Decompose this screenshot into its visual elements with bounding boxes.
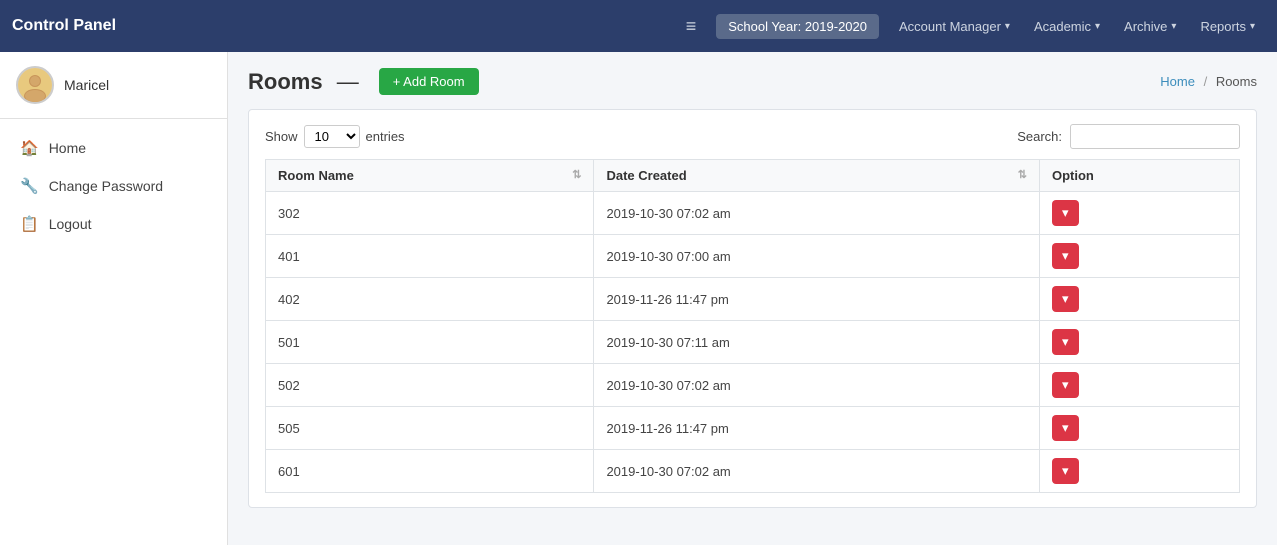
sidebar-username: Maricel (64, 77, 109, 93)
breadcrumb: Home / Rooms (1160, 74, 1257, 89)
sidebar-icon-logout: 📋 (20, 215, 39, 233)
cell-option: ▾ (1040, 407, 1240, 450)
table-card: Show 102550100 entries Search: Room Name… (248, 109, 1257, 508)
table-row: 4012019-10-30 07:00 am ▾ (266, 235, 1240, 278)
sidebar-nav: 🏠 Home 🔧 Change Password 📋 Logout (0, 119, 227, 253)
table-row: 6012019-10-30 07:02 am ▾ (266, 450, 1240, 493)
col-header-option: Option (1040, 160, 1240, 192)
cell-room-name: 401 (266, 235, 594, 278)
show-label: Show (265, 129, 298, 144)
cell-date-created: 2019-10-30 07:11 am (594, 321, 1040, 364)
option-dropdown-button[interactable]: ▾ (1052, 372, 1079, 398)
navbar-menu-item-academic[interactable]: Academic▾ (1024, 13, 1110, 40)
navbar: Control Panel ≡ School Year: 2019-2020 A… (0, 0, 1277, 52)
sort-icon-date_created: ⇅ (1018, 168, 1027, 181)
sidebar-item-label: Change Password (49, 178, 163, 194)
page-title: Rooms — (248, 69, 367, 95)
navbar-menu: Account Manager▾Academic▾Archive▾Reports… (889, 13, 1265, 40)
cell-room-name: 501 (266, 321, 594, 364)
navbar-menu-item-account-manager[interactable]: Account Manager▾ (889, 13, 1020, 40)
search-box: Search: (1017, 124, 1240, 149)
sidebar-item-change-password[interactable]: 🔧 Change Password (0, 167, 227, 205)
avatar (16, 66, 54, 104)
cell-room-name: 505 (266, 407, 594, 450)
sidebar-item-label: Logout (49, 216, 92, 232)
breadcrumb-home-link[interactable]: Home (1160, 74, 1195, 89)
table-head: Room Name⇅Date Created⇅Option (266, 160, 1240, 192)
cell-date-created: 2019-10-30 07:02 am (594, 192, 1040, 235)
option-dropdown-button[interactable]: ▾ (1052, 329, 1079, 355)
cell-option: ▾ (1040, 192, 1240, 235)
sidebar-item-logout[interactable]: 📋 Logout (0, 205, 227, 243)
table-row: 3022019-10-30 07:02 am ▾ (266, 192, 1240, 235)
sidebar-item-label: Home (49, 140, 86, 156)
search-label: Search: (1017, 129, 1062, 144)
sidebar-icon-change-password: 🔧 (20, 177, 39, 195)
col-header-room_name[interactable]: Room Name⇅ (266, 160, 594, 192)
app-title: Control Panel (12, 17, 116, 35)
data-table: Room Name⇅Date Created⇅Option 3022019-10… (265, 159, 1240, 493)
cell-option: ▾ (1040, 364, 1240, 407)
cell-option: ▾ (1040, 450, 1240, 493)
entries-select[interactable]: 102550100 (304, 125, 360, 148)
table-row: 5022019-10-30 07:02 am ▾ (266, 364, 1240, 407)
option-dropdown-button[interactable]: ▾ (1052, 286, 1079, 312)
table-row: 5052019-11-26 11:47 pm ▾ (266, 407, 1240, 450)
cell-date-created: 2019-10-30 07:02 am (594, 364, 1040, 407)
option-dropdown-button[interactable]: ▾ (1052, 458, 1079, 484)
entries-label: entries (366, 129, 405, 144)
cell-room-name: 402 (266, 278, 594, 321)
cell-option: ▾ (1040, 321, 1240, 364)
hamburger-icon[interactable]: ≡ (676, 10, 707, 43)
cell-room-name: 502 (266, 364, 594, 407)
col-header-date_created[interactable]: Date Created⇅ (594, 160, 1040, 192)
cell-room-name: 601 (266, 450, 594, 493)
sidebar: Maricel 🏠 Home 🔧 Change Password 📋 Logout (0, 52, 228, 545)
cell-date-created: 2019-11-26 11:47 pm (594, 407, 1040, 450)
sidebar-icon-home: 🏠 (20, 139, 39, 157)
page-header: Rooms — + Add Room Home / Rooms (248, 68, 1257, 95)
show-entries: Show 102550100 entries (265, 125, 405, 148)
school-year-badge: School Year: 2019-2020 (716, 14, 879, 39)
table-row: 5012019-10-30 07:11 am ▾ (266, 321, 1240, 364)
option-dropdown-button[interactable]: ▾ (1052, 415, 1079, 441)
add-room-button[interactable]: + Add Room (379, 68, 479, 95)
navbar-menu-item-reports[interactable]: Reports▾ (1190, 13, 1265, 40)
main-content: Rooms — + Add Room Home / Rooms Show (228, 52, 1277, 545)
cell-date-created: 2019-10-30 07:02 am (594, 450, 1040, 493)
cell-option: ▾ (1040, 278, 1240, 321)
sort-icon-room_name: ⇅ (572, 168, 581, 181)
table-controls: Show 102550100 entries Search: (265, 124, 1240, 149)
table-body: 3022019-10-30 07:02 am▾4012019-10-30 07:… (266, 192, 1240, 493)
sidebar-user: Maricel (0, 52, 227, 119)
sidebar-item-home[interactable]: 🏠 Home (0, 129, 227, 167)
navbar-menu-item-archive[interactable]: Archive▾ (1114, 13, 1186, 40)
cell-room-name: 302 (266, 192, 594, 235)
option-dropdown-button[interactable]: ▾ (1052, 243, 1079, 269)
cell-option: ▾ (1040, 235, 1240, 278)
table-row: 4022019-11-26 11:47 pm ▾ (266, 278, 1240, 321)
table-header-row: Room Name⇅Date Created⇅Option (266, 160, 1240, 192)
search-input[interactable] (1070, 124, 1240, 149)
page-title-row: Rooms — + Add Room (248, 68, 479, 95)
cell-date-created: 2019-10-30 07:00 am (594, 235, 1040, 278)
option-dropdown-button[interactable]: ▾ (1052, 200, 1079, 226)
cell-date-created: 2019-11-26 11:47 pm (594, 278, 1040, 321)
layout: Maricel 🏠 Home 🔧 Change Password 📋 Logout Roo… (0, 52, 1277, 545)
